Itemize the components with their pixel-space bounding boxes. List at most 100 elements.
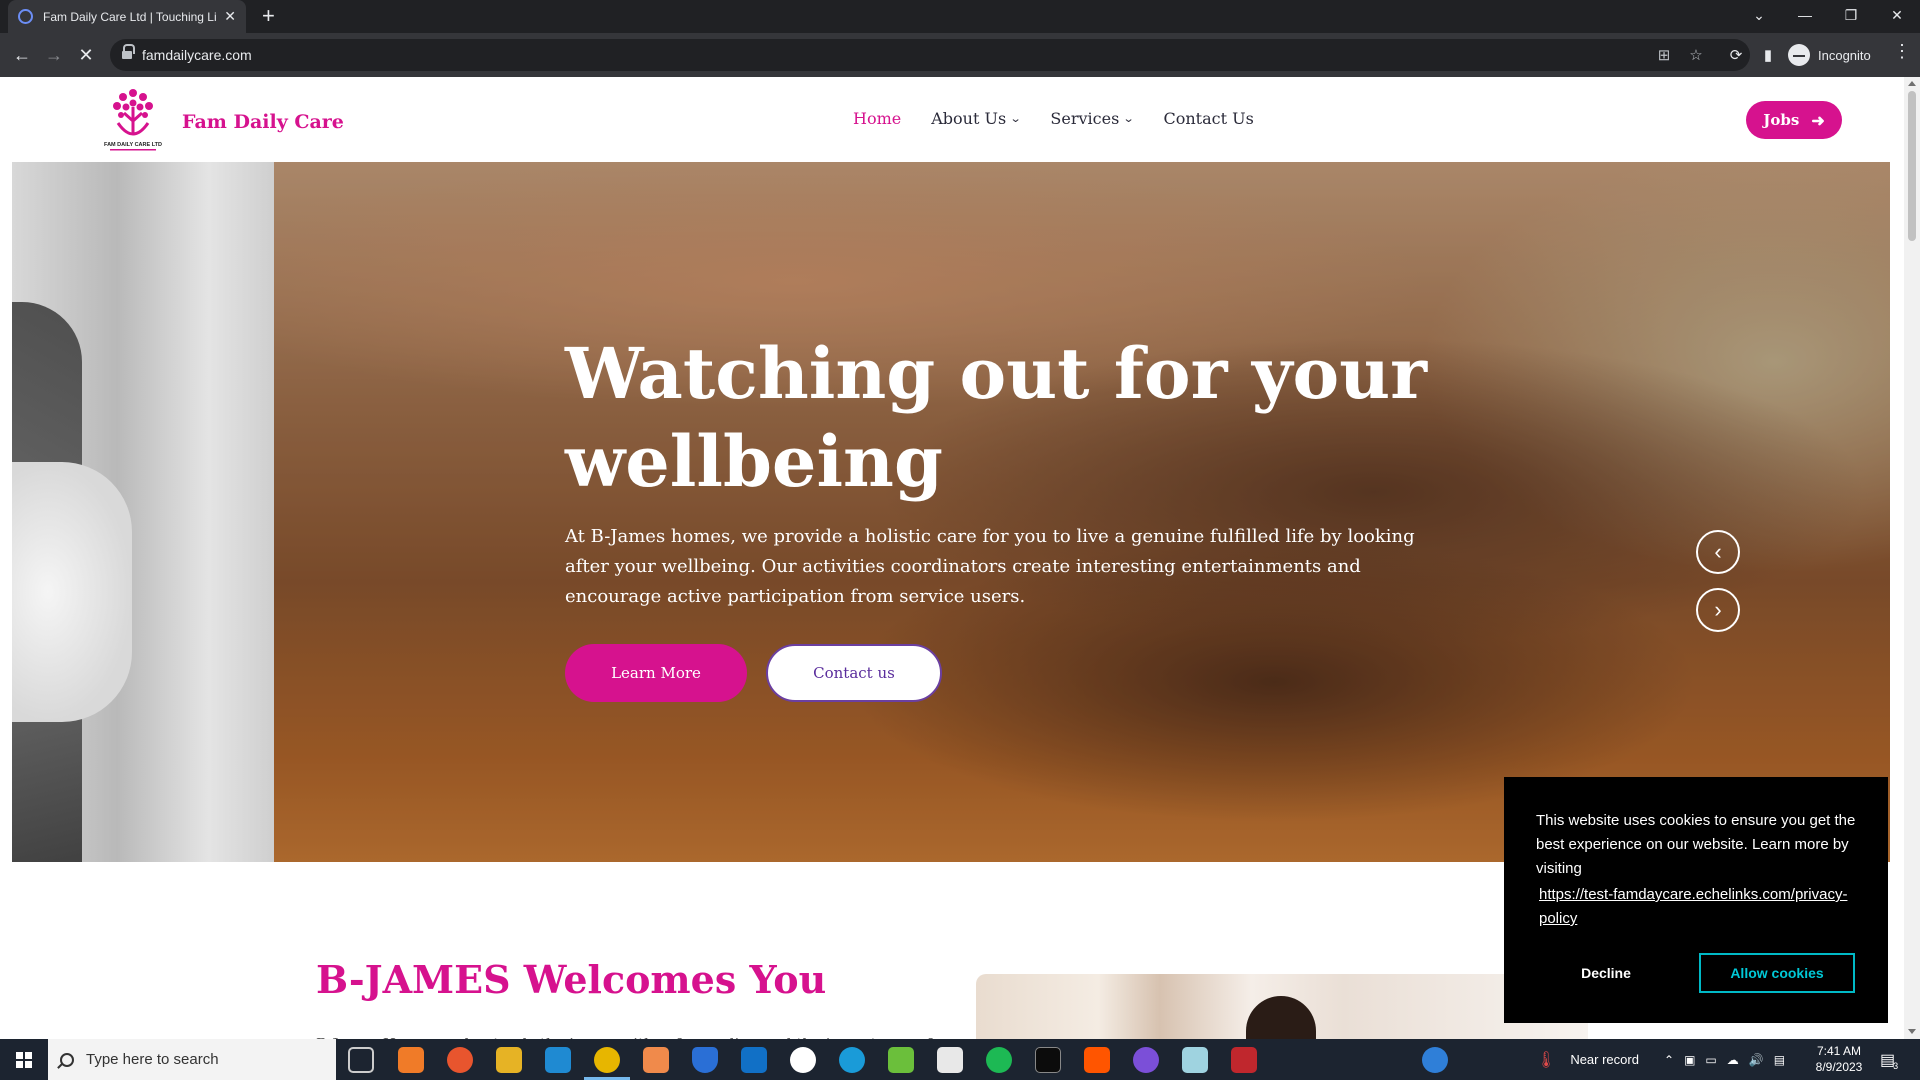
start-button[interactable] xyxy=(0,1039,48,1080)
welcome-heading: B-JAMES Welcomes You xyxy=(316,957,827,1002)
clock-time: 7:41 AM xyxy=(1816,1044,1862,1058)
new-tab-button[interactable]: + xyxy=(262,3,275,29)
welcome-text: B-James Homes understands the issues wit… xyxy=(316,1031,936,1039)
nav-home[interactable]: Home xyxy=(853,109,901,128)
browser-tab[interactable]: Fam Daily Care Ltd | Touching Liv ✕ xyxy=(8,0,246,33)
cloth-shape xyxy=(12,462,132,722)
terminal-icon[interactable] xyxy=(1035,1047,1061,1073)
stop-loading-icon[interactable]: ✕ xyxy=(72,41,100,69)
file-explorer-icon[interactable] xyxy=(496,1047,522,1073)
lock-icon[interactable] xyxy=(122,44,135,60)
incognito-icon xyxy=(1788,44,1810,66)
site-logo[interactable]: FAM DAILY CARE LTD xyxy=(96,83,170,155)
onedrive-icon[interactable]: ☁ xyxy=(1727,1053,1739,1067)
jobs-button-label: Jobs xyxy=(1763,111,1800,129)
chevron-right-icon[interactable]: › xyxy=(1696,588,1740,632)
extensions-icon[interactable]: ⟳ xyxy=(1722,41,1750,69)
close-tab-icon[interactable]: ✕ xyxy=(224,8,236,25)
address-bar[interactable]: famdailycare.com ⊞ ☆ xyxy=(110,39,1750,71)
sublime-icon[interactable] xyxy=(643,1047,669,1073)
stack-icon[interactable] xyxy=(888,1047,914,1073)
contact-us-button[interactable]: Contact us xyxy=(766,644,942,702)
weather-text: Near record xyxy=(1570,1052,1639,1067)
cookie-banner: This website uses cookies to ensure you … xyxy=(1504,777,1888,1023)
notifications-button[interactable]: ▤ 3 xyxy=(1880,1039,1898,1080)
scroll-down-icon[interactable] xyxy=(1908,1029,1916,1034)
decline-cookies-button[interactable]: Decline xyxy=(1536,953,1676,993)
soundcloud-icon[interactable] xyxy=(1084,1047,1110,1073)
store-icon[interactable] xyxy=(937,1047,963,1073)
tor-browser-icon[interactable] xyxy=(1133,1047,1159,1073)
edge-icon[interactable] xyxy=(839,1047,865,1073)
outlook-icon[interactable] xyxy=(741,1047,767,1073)
volume-icon[interactable]: 🔊 xyxy=(1749,1053,1764,1067)
chevron-up-icon[interactable]: ⌃ xyxy=(1664,1053,1674,1067)
page-viewport: FAM DAILY CARE LTD Fam Daily Care Home A… xyxy=(0,77,1920,1039)
jobs-button[interactable]: Jobs ➜ xyxy=(1746,101,1842,139)
incognito-profile-button[interactable]: Incognito xyxy=(1788,41,1871,69)
network-icon[interactable]: ▤ xyxy=(1774,1053,1785,1067)
weather-widget[interactable]: 🌡 Near record xyxy=(1536,1039,1639,1080)
tray-app-icon[interactable]: ▣ xyxy=(1684,1053,1695,1067)
notepad-icon[interactable] xyxy=(1182,1047,1208,1073)
spotify-icon[interactable] xyxy=(986,1047,1012,1073)
hero-title: Watching out for your wellbeing xyxy=(565,332,1428,503)
clock-date: 8/9/2023 xyxy=(1815,1060,1863,1074)
windows-taskbar: Type here to search 🌡 Near record ⌃ ▣ ▭ … xyxy=(0,1039,1920,1080)
restore-button[interactable]: ❐ xyxy=(1828,0,1874,30)
hero-description: At B-James homes, we provide a holistic … xyxy=(565,526,1415,607)
hero-slider: Watching out for your wellbeing At B-Jam… xyxy=(12,162,1890,862)
chevron-down-icon: ⌄ xyxy=(1122,112,1135,125)
side-panel-icon[interactable]: ▮ xyxy=(1754,41,1782,69)
tray-network-app-icon[interactable]: ▭ xyxy=(1705,1053,1716,1067)
shield-icon[interactable] xyxy=(692,1047,718,1073)
browser-tab-bar: Fam Daily Care Ltd | Touching Liv ✕ + ⌄ … xyxy=(0,0,1920,33)
scroll-up-icon[interactable] xyxy=(1908,81,1916,86)
thermometer-icon: 🌡 xyxy=(1536,1051,1557,1069)
nav-services[interactable]: Services ⌄ xyxy=(1050,109,1135,128)
tab-title: Fam Daily Care Ltd | Touching Liv xyxy=(43,9,217,24)
taskbar-search[interactable]: Type here to search xyxy=(48,1039,336,1080)
chevron-left-icon[interactable]: ‹ xyxy=(1696,530,1740,574)
nav-contact-us[interactable]: Contact Us xyxy=(1164,109,1254,128)
minimize-button[interactable]: — xyxy=(1782,0,1828,30)
chrome-icon[interactable] xyxy=(584,1047,630,1080)
hero-overlay xyxy=(274,162,1890,862)
bookmark-star-icon[interactable]: ☆ xyxy=(1682,39,1710,71)
privacy-policy-link[interactable]: https://test-famdaycare.echelinks.com/pr… xyxy=(1539,883,1859,931)
incognito-label: Incognito xyxy=(1818,47,1871,63)
xampp-icon[interactable] xyxy=(398,1047,424,1073)
nav-about-us[interactable]: About Us ⌄ xyxy=(931,109,1022,128)
filezilla-icon[interactable] xyxy=(1231,1047,1257,1073)
browser-menu-icon[interactable]: ⋮ xyxy=(1892,41,1912,62)
notification-count: 3 xyxy=(1893,1060,1899,1071)
main-navigation: Home About Us ⌄ Services ⌄ Contact Us xyxy=(853,109,1284,128)
welcome-image xyxy=(976,974,1588,1039)
slack-icon[interactable] xyxy=(790,1047,816,1073)
windows-logo-icon xyxy=(16,1051,32,1068)
allow-cookies-button[interactable]: Allow cookies xyxy=(1699,953,1855,993)
learn-more-button[interactable]: Learn More xyxy=(565,644,747,702)
install-app-icon[interactable]: ⊞ xyxy=(1650,39,1678,71)
previous-slide-image xyxy=(12,162,274,862)
tab-search-icon[interactable]: ⌄ xyxy=(1736,0,1782,30)
chevron-down-icon: ⌄ xyxy=(1009,112,1022,125)
back-icon[interactable]: ← xyxy=(8,41,36,69)
page-scrollbar[interactable] xyxy=(1904,77,1920,1039)
taskbar-clock[interactable]: 7:41 AM 8/9/2023 xyxy=(1804,1043,1874,1075)
search-placeholder: Type here to search xyxy=(86,1051,219,1068)
browser-toolbar: ← → ✕ famdailycare.com ⊞ ☆ ⟳ ▮ Incognito… xyxy=(0,33,1920,77)
vscode-icon[interactable] xyxy=(545,1047,571,1073)
brand-name[interactable]: Fam Daily Care xyxy=(182,111,344,133)
search-icon xyxy=(60,1052,74,1067)
task-view-icon[interactable] xyxy=(348,1047,374,1073)
forward-icon[interactable]: → xyxy=(40,41,68,69)
arrow-right-icon: ➜ xyxy=(1811,110,1825,130)
firefox-icon[interactable] xyxy=(447,1047,473,1073)
close-window-button[interactable]: ✕ xyxy=(1874,0,1920,30)
cookie-message: This website uses cookies to ensure you … xyxy=(1536,812,1856,877)
help-icon[interactable] xyxy=(1422,1047,1448,1073)
person-shape xyxy=(1246,996,1316,1039)
site-favicon-icon xyxy=(18,9,33,24)
scrollbar-thumb[interactable] xyxy=(1908,91,1916,241)
